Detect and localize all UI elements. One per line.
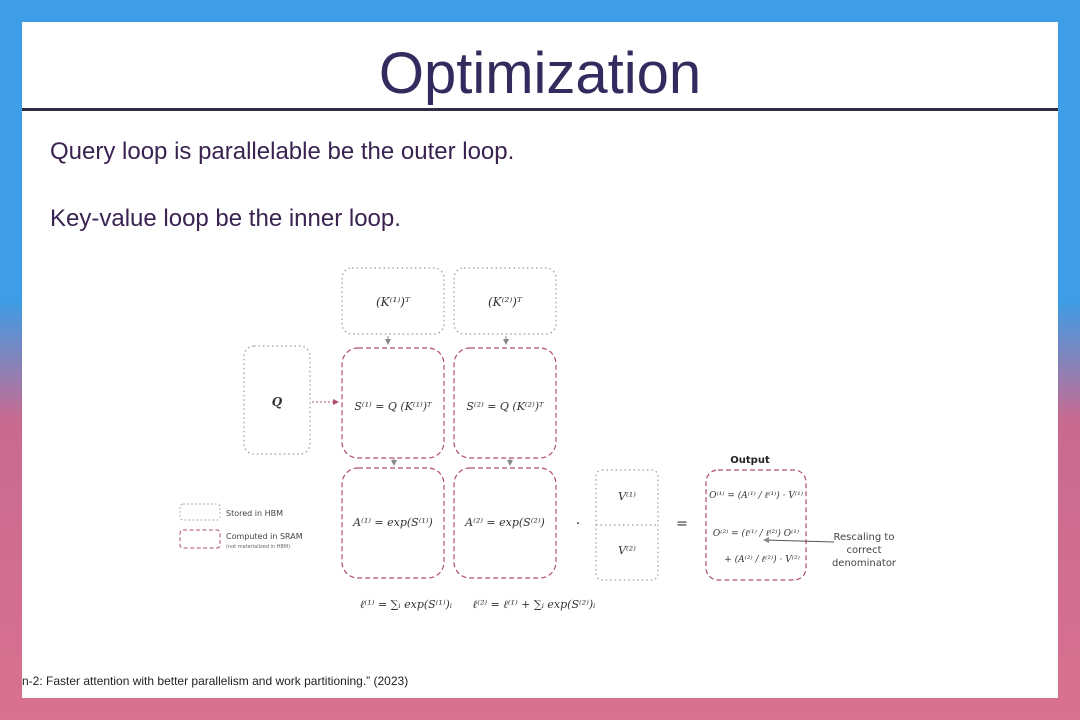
legend-sram-label: Computed in SRAM — [226, 532, 303, 541]
arrow-rescale — [763, 537, 835, 544]
legend-sram-swatch — [179, 529, 221, 549]
equals-sign: = — [676, 516, 688, 532]
output-title: Output — [730, 455, 770, 466]
rescale-note-line1: Rescaling to — [834, 532, 895, 543]
rescale-note-line3: denominator — [832, 558, 897, 569]
q-label: Q — [272, 395, 283, 409]
multiply-dot: · — [576, 516, 580, 532]
l1-formula: ℓ⁽¹⁾ = ∑ᵢ exp(S⁽¹⁾)ᵢ — [360, 598, 452, 611]
k1-label: (K⁽¹⁾)ᵀ — [376, 295, 411, 309]
citation: n-2: Faster attention with better parall… — [22, 674, 409, 688]
legend-sram-note: (not materialized in HBM) — [226, 544, 290, 550]
a1-label: A⁽¹⁾ = exp(S⁽¹⁾) — [352, 516, 433, 529]
flash-attention-diagram: (K⁽¹⁾)ᵀ (K⁽²⁾)ᵀ Q S⁽¹⁾ = Q (K⁽¹⁾)ᵀ S⁽²⁾ … — [179, 267, 897, 611]
s1-label: S⁽¹⁾ = Q (K⁽¹⁾)ᵀ — [354, 400, 433, 413]
a2-label: A⁽²⁾ = exp(S⁽²⁾) — [464, 516, 545, 529]
o2-formula-line1: O⁽²⁾ = (ℓ⁽¹⁾ / ℓ⁽²⁾) O⁽¹⁾ — [713, 528, 799, 539]
s2-label: S⁽²⁾ = Q (K⁽²⁾)ᵀ — [466, 400, 545, 413]
v1-label: V⁽¹⁾ — [618, 490, 636, 503]
o1-formula: O⁽¹⁾ = (A⁽¹⁾ / ℓ⁽¹⁾) · V⁽¹⁾ — [709, 490, 803, 501]
l2-formula: ℓ⁽²⁾ = ℓ⁽¹⁾ + ∑ᵢ exp(S⁽²⁾)ᵢ — [473, 598, 596, 611]
slide: Optimization Query loop is parallelable … — [22, 22, 1058, 698]
v2-label: V⁽²⁾ — [618, 544, 636, 557]
rescale-note-line2: correct — [846, 545, 881, 556]
legend-hbm-label: Stored in HBM — [226, 509, 283, 518]
o2-formula-line2: + (A⁽²⁾ / ℓ⁽²⁾) · V⁽²⁾ — [724, 554, 800, 565]
k2-label: (K⁽²⁾)ᵀ — [488, 295, 523, 309]
legend-hbm-swatch — [179, 503, 221, 521]
